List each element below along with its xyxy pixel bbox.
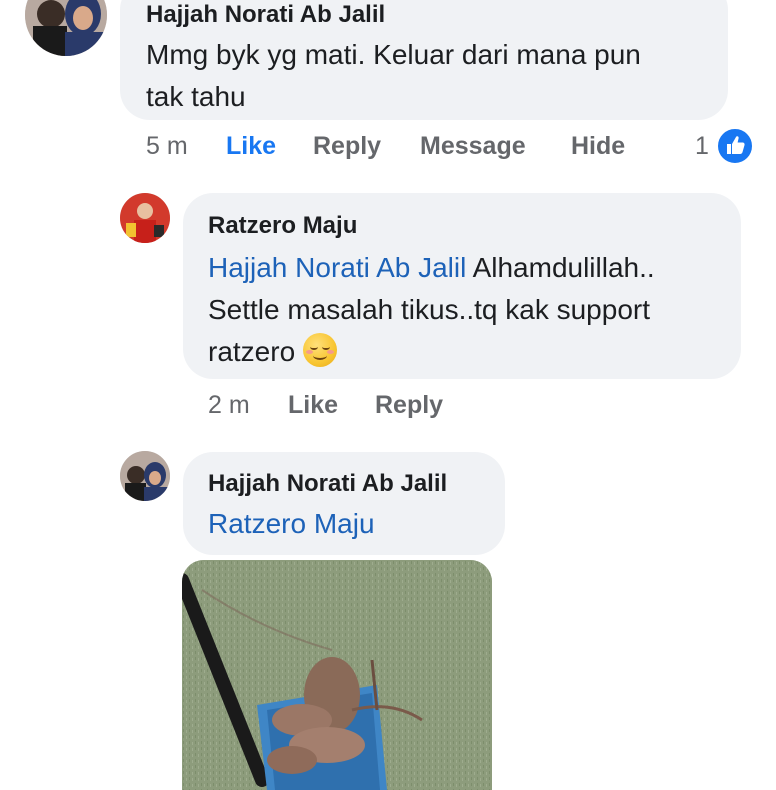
comment-actions: 2 m Like Reply	[208, 391, 508, 425]
timestamp: 5 m	[146, 132, 188, 160]
avatar[interactable]	[25, 0, 107, 56]
smiling-face-emoji	[302, 333, 337, 367]
like-button[interactable]: Like	[226, 132, 276, 161]
photo-attachment[interactable]	[182, 560, 492, 790]
avatar[interactable]	[120, 451, 170, 501]
comment-author[interactable]: Hajjah Norati Ab Jalil	[146, 0, 702, 30]
reply-button[interactable]: Reply	[375, 391, 443, 420]
thumbs-up-icon[interactable]	[716, 127, 754, 165]
avatar[interactable]	[120, 193, 170, 243]
comment-bubble: Hajjah Norati Ab Jalil Mmg byk yg mati. …	[120, 0, 728, 120]
mention-link[interactable]: Hajjah Norati Ab Jalil	[208, 252, 466, 283]
comment-actions: 5 m Like Reply Message Hide 1	[146, 132, 766, 166]
comment-text: Ratzero Maju	[208, 503, 479, 545]
timestamp: 2 m	[208, 391, 250, 419]
comment-author[interactable]: Ratzero Maju	[208, 211, 715, 241]
comment-text: Mmg byk yg mati. Keluar dari mana pun ta…	[146, 39, 641, 112]
like-count[interactable]: 1	[695, 132, 709, 161]
hide-button[interactable]: Hide	[571, 132, 625, 161]
reply-button[interactable]: Reply	[313, 132, 381, 161]
comment-bubble: Ratzero Maju Hajjah Norati Ab Jalil Alha…	[183, 193, 741, 379]
comment-author[interactable]: Hajjah Norati Ab Jalil	[208, 469, 479, 499]
like-button[interactable]: Like	[288, 391, 338, 420]
comment-bubble: Hajjah Norati Ab Jalil Ratzero Maju	[183, 452, 505, 555]
message-button[interactable]: Message	[420, 132, 526, 161]
mention-link[interactable]: Ratzero Maju	[208, 508, 375, 539]
comment-text: Hajjah Norati Ab Jalil Alhamdulillah.. S…	[208, 252, 655, 367]
